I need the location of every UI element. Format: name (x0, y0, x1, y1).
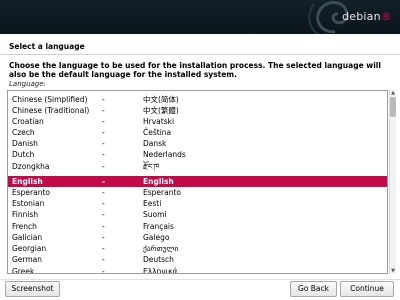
language-row[interactable]: Esperanto - Esperanto (8, 187, 387, 198)
scroll-down-icon[interactable]: ▼ (390, 268, 396, 274)
language-native-name: 中文(简体) (143, 95, 179, 104)
language-listbox[interactable]: Chinese (Simplified) - 中文(简体) Chinese (Trad… (7, 90, 388, 274)
language-native-name: Suomi (143, 210, 167, 219)
page-title: Select a language (9, 42, 85, 51)
language-row[interactable]: Finnish - Suomi (8, 209, 387, 220)
language-row[interactable]: Greek - Ελληνικά (8, 266, 387, 274)
language-list-scrollbar[interactable]: ▲ ▼ (389, 90, 396, 274)
language-native-name: Dansk (143, 139, 167, 148)
footer-divider (0, 279, 400, 280)
language-native-name: རྫོང་ཁ (143, 162, 160, 171)
language-separator: - (102, 95, 105, 104)
language-name: Danish (12, 139, 38, 148)
language-name: Georgian (12, 244, 47, 253)
language-native-name: English (143, 177, 174, 186)
language-name: Finnish (12, 210, 39, 219)
language-name: German (12, 255, 43, 264)
language-row[interactable]: Dutch - Nederlands (8, 149, 387, 160)
language-separator: - (102, 128, 105, 137)
debian-logo: debian® (342, 10, 392, 23)
instructions-text: Choose the language to be used for the i… (9, 61, 381, 79)
language-separator: - (102, 199, 105, 208)
language-row[interactable]: Czech - Čeština (8, 127, 387, 138)
language-native-name: ქართული (143, 244, 179, 253)
language-native-name: Esperanto (143, 188, 181, 197)
language-name: French (12, 222, 37, 231)
language-separator: - (102, 162, 105, 171)
language-native-name: Galego (143, 233, 170, 242)
language-separator: - (102, 210, 105, 219)
language-native-name: Deutsch (143, 255, 174, 264)
title-divider (0, 54, 400, 55)
language-name: Galician (12, 233, 43, 242)
go-back-button[interactable]: Go Back (290, 281, 337, 297)
language-name: English (12, 177, 43, 186)
language-name: Esperanto (12, 188, 50, 197)
language-name: Estonian (12, 199, 45, 208)
language-row[interactable]: German - Deutsch (8, 254, 387, 265)
language-list-label: Language: (9, 80, 46, 88)
screenshot-button[interactable]: Screenshot (5, 281, 60, 297)
language-name: Croatian (12, 117, 44, 126)
scrollbar-thumb[interactable] (390, 97, 396, 117)
language-separator: - (102, 188, 105, 197)
language-row[interactable]: Georgian - ქართული (8, 243, 387, 254)
language-separator: - (102, 255, 105, 264)
installer-banner: debian® (0, 0, 400, 34)
language-separator: - (102, 139, 105, 148)
language-separator: - (102, 222, 105, 231)
language-separator: - (102, 106, 105, 115)
language-native-name: Hrvatski (143, 117, 175, 126)
language-separator: - (102, 150, 105, 159)
logo-text: debian (342, 10, 381, 23)
language-native-name: Eesti (143, 199, 162, 208)
language-row[interactable]: Chinese (Simplified) - 中文(简体) (8, 94, 387, 105)
language-row[interactable]: Estonian - Eesti (8, 198, 387, 209)
language-native-name: Ελληνικά (143, 267, 178, 274)
language-row[interactable]: English - English (8, 176, 387, 187)
language-separator: - (102, 177, 106, 186)
language-separator: - (102, 233, 105, 242)
language-name: Dutch (12, 150, 35, 159)
language-name: Chinese (Simplified) (12, 95, 88, 104)
logo-mark: ® (380, 10, 392, 23)
language-name: Greek (12, 267, 35, 274)
language-row[interactable]: Dzongkha - རྫོང་ཁ (8, 161, 387, 172)
language-native-name: Français (143, 222, 174, 231)
language-row[interactable]: Croatian - Hrvatski (8, 116, 387, 127)
language-row[interactable]: Galician - Galego (8, 232, 387, 243)
language-native-name: 中文(繁體) (143, 106, 179, 115)
language-row[interactable]: Danish - Dansk (8, 138, 387, 149)
language-row[interactable]: Chinese (Traditional) - 中文(繁體) (8, 105, 387, 116)
language-native-name: Čeština (143, 128, 172, 137)
continue-button[interactable]: Continue (340, 281, 394, 297)
language-row[interactable]: French - Français (8, 221, 387, 232)
language-name: Czech (12, 128, 35, 137)
language-separator: - (102, 267, 105, 274)
language-name: Dzongkha (12, 162, 50, 171)
language-separator: - (102, 244, 105, 253)
language-native-name: Nederlands (143, 150, 186, 159)
language-name: Chinese (Traditional) (12, 106, 90, 115)
language-separator: - (102, 117, 105, 126)
scroll-up-icon[interactable]: ▲ (390, 90, 396, 96)
